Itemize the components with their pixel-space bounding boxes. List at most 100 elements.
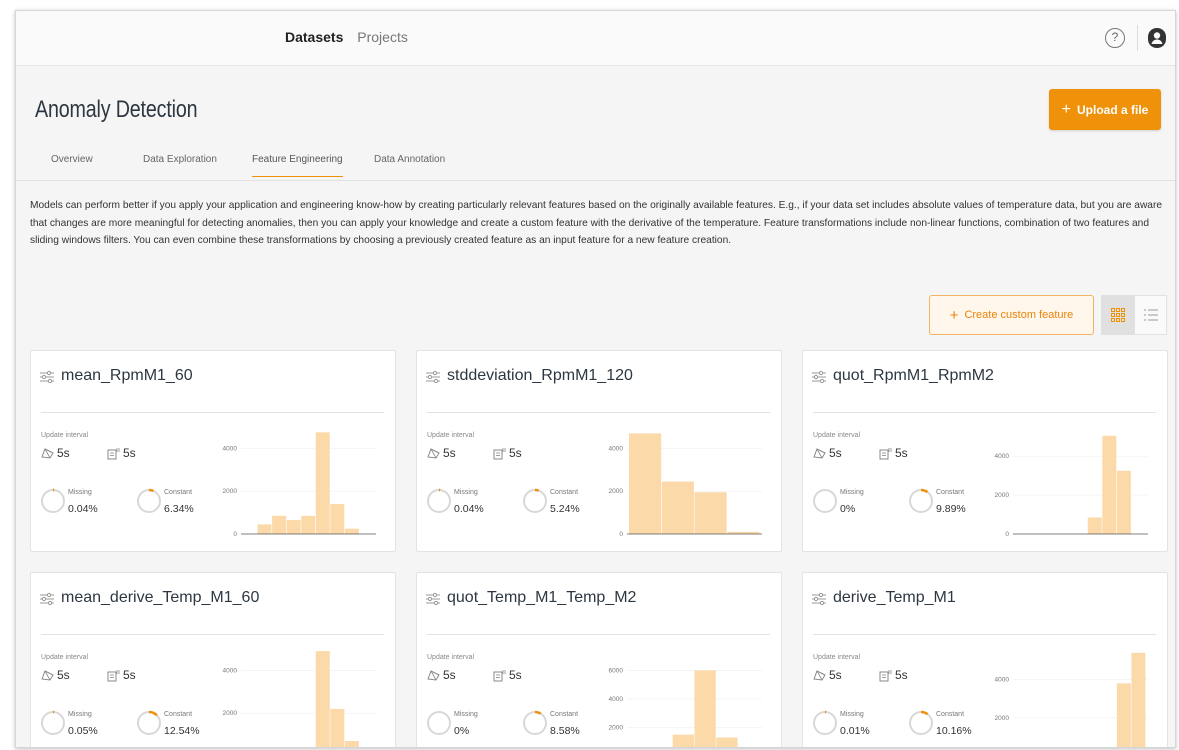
- feature-settings-icon[interactable]: [40, 592, 54, 606]
- missing-label: Missing: [840, 711, 864, 718]
- histogram-bar: [1131, 652, 1146, 747]
- update-interval-icon: [41, 448, 54, 459]
- update-interval-label: Update interval: [427, 654, 475, 661]
- distribution-histogram: 400020000: [223, 651, 376, 747]
- divider: [813, 634, 1156, 635]
- missing-ring-chart: [813, 489, 837, 513]
- missing-value: 0%: [454, 725, 470, 737]
- list-view-button[interactable]: [1134, 295, 1167, 335]
- missing-ring-chart: [40, 710, 66, 736]
- feature-settings-icon[interactable]: [812, 592, 826, 606]
- data-interval-icon: [107, 447, 120, 459]
- feature-card[interactable]: quot_Temp_M1_Temp_M2 Update interval 5s 5s M…: [416, 572, 782, 747]
- y-tick-label: 2000: [609, 488, 624, 495]
- update-interval-value: 5s: [41, 446, 70, 460]
- data-interval-value: 5s: [879, 668, 908, 682]
- help-icon[interactable]: ?: [1105, 28, 1125, 48]
- update-interval-value: 5s: [41, 668, 70, 682]
- missing-label: Missing: [68, 489, 92, 496]
- missing-value: 0.04%: [454, 503, 484, 515]
- feature-card[interactable]: stddeviation_RpmM1_120 Update interval 5s 5…: [416, 350, 782, 552]
- missing-value: 0.04%: [68, 503, 98, 515]
- missing-ring-chart: [427, 711, 451, 735]
- constant-ring-chart: [522, 710, 548, 736]
- y-tick-label: 0: [619, 531, 623, 538]
- update-interval-icon: [813, 448, 826, 459]
- histogram-bar: [1116, 683, 1131, 747]
- data-interval-icon: [493, 447, 506, 459]
- histogram-bar: [1116, 470, 1131, 534]
- feature-name[interactable]: stddeviation_RpmM1_120: [447, 367, 633, 385]
- interval-value: 5s: [829, 668, 842, 682]
- tab-data-exploration[interactable]: Data Exploration: [143, 154, 217, 176]
- histogram-bar: [661, 481, 694, 534]
- constant-value: 6.34%: [164, 503, 194, 515]
- data-interval-icon: [879, 669, 892, 681]
- feature-card[interactable]: derive_Temp_M1 Update interval 5s 5s Missing…: [802, 572, 1168, 747]
- feature-card[interactable]: mean_RpmM1_60 Update interval 5s 5s Missing 0…: [30, 350, 396, 552]
- constant-value: 5.24%: [550, 503, 580, 515]
- feature-name[interactable]: derive_Temp_M1: [833, 589, 956, 607]
- app-window: Datasets Projects ? Anomaly Detection + …: [15, 10, 1176, 748]
- interval-value: 5s: [57, 446, 70, 460]
- data-interval-icon: [879, 447, 892, 459]
- feature-name[interactable]: mean_derive_Temp_M1_60: [61, 589, 259, 607]
- feature-settings-icon[interactable]: [40, 370, 54, 384]
- feature-settings-icon[interactable]: [812, 370, 826, 384]
- divider: [41, 412, 384, 413]
- nav-datasets[interactable]: Datasets: [285, 29, 343, 45]
- data-interval-icon: [493, 669, 506, 681]
- feature-card[interactable]: quot_RpmM1_RpmM2 Update interval 5s 5s Missi…: [802, 350, 1168, 552]
- update-interval-value: 5s: [813, 668, 842, 682]
- constant-label: Constant: [164, 711, 193, 718]
- constant-value: 10.16%: [936, 725, 972, 737]
- missing-label: Missing: [454, 711, 478, 718]
- interval-value: 5s: [509, 668, 522, 682]
- feature-engineering-description: Models can perform better if you apply y…: [30, 200, 1163, 246]
- constant-ring-chart: [522, 488, 548, 514]
- tab-data-annotation[interactable]: Data Annotation: [374, 154, 445, 176]
- plus-icon: +: [949, 306, 959, 324]
- user-account-icon[interactable]: [1147, 27, 1167, 49]
- update-interval-label: Update interval: [41, 432, 89, 439]
- tab-overview[interactable]: Overview: [51, 154, 93, 176]
- feature-name[interactable]: quot_RpmM1_RpmM2: [833, 367, 994, 385]
- data-interval-value: 5s: [493, 668, 522, 682]
- create-button-label: Create custom feature: [964, 309, 1074, 321]
- divider: [41, 634, 384, 635]
- update-interval-icon: [813, 670, 826, 681]
- interval-value: 5s: [829, 446, 842, 460]
- top-bar: Datasets Projects ?: [16, 11, 1175, 66]
- feature-card[interactable]: mean_derive_Temp_M1_60 Update interval 5s 5…: [30, 572, 396, 747]
- feature-settings-icon[interactable]: [426, 592, 440, 606]
- y-tick-label: 4000: [609, 445, 624, 452]
- upload-file-button[interactable]: + Upload a file: [1049, 89, 1161, 130]
- distribution-histogram: 400020000: [995, 652, 1148, 747]
- create-custom-feature-button[interactable]: + Create custom feature: [929, 295, 1094, 335]
- view-toggle: [1101, 295, 1167, 335]
- interval-value: 5s: [123, 446, 136, 460]
- y-tick-label: 4000: [223, 445, 238, 452]
- missing-value: 0.05%: [68, 725, 98, 737]
- page-title: Anomaly Detection: [35, 96, 198, 123]
- histogram-bar: [694, 492, 727, 534]
- constant-label: Constant: [936, 489, 965, 496]
- feature-name[interactable]: mean_RpmM1_60: [61, 367, 193, 385]
- distribution-histogram: 400020000: [995, 435, 1148, 538]
- histogram-bar: [629, 433, 662, 534]
- grid-view-button[interactable]: [1101, 295, 1134, 335]
- histogram-bar: [672, 734, 694, 747]
- interval-value: 5s: [895, 446, 908, 460]
- nav-projects[interactable]: Projects: [357, 29, 408, 45]
- histogram-bar: [272, 515, 287, 534]
- histogram-bar: [315, 651, 330, 747]
- tab-feature-engineering[interactable]: Feature Engineering: [252, 154, 343, 177]
- update-interval-label: Update interval: [813, 432, 861, 439]
- y-tick-label: 2000: [995, 492, 1010, 499]
- feature-settings-icon[interactable]: [426, 370, 440, 384]
- update-interval-label: Update interval: [427, 432, 475, 439]
- feature-name[interactable]: quot_Temp_M1_Temp_M2: [447, 589, 636, 607]
- update-interval-value: 5s: [813, 446, 842, 460]
- histogram-bar: [286, 520, 301, 534]
- y-tick-label: 2000: [995, 715, 1010, 722]
